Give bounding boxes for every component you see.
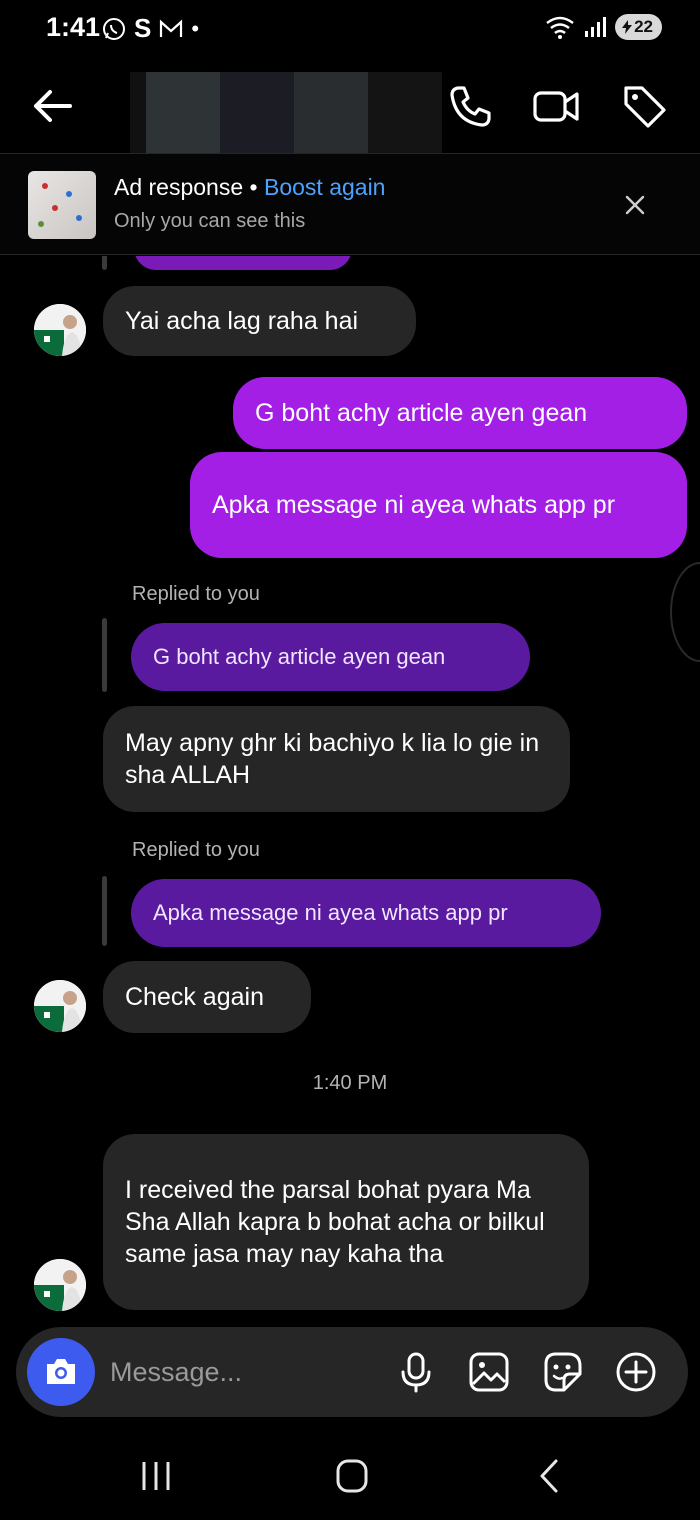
microphone-icon[interactable] [394, 1350, 438, 1394]
more-notifications-dot: • [191, 15, 200, 41]
message-text: Check again [125, 983, 264, 1011]
avatar[interactable] [34, 304, 86, 356]
incoming-message[interactable]: May apny ghr ki bachiyo k lia lo gie in … [103, 706, 570, 812]
partial-reply-bar [102, 256, 107, 270]
scroll-edge-indicator [670, 562, 700, 662]
quoted-message[interactable]: G boht achy article ayen gean [131, 623, 530, 691]
whatsapp-icon [103, 17, 125, 40]
avatar-image [34, 304, 86, 356]
replied-to-you-label: Replied to you [132, 839, 260, 861]
system-nav-bar [0, 1430, 700, 1520]
incoming-message[interactable]: Yai acha lag raha hai [103, 286, 416, 356]
incoming-message[interactable]: I received the parsal bohat pyara Ma Sha… [103, 1134, 589, 1310]
camera-button[interactable] [27, 1338, 95, 1406]
tag-icon[interactable] [618, 80, 670, 132]
charging-icon [622, 20, 633, 34]
avatar[interactable] [34, 980, 86, 1032]
message-text: G boht achy article ayen gean [255, 399, 588, 427]
message-input[interactable] [110, 1349, 380, 1395]
ad-thumbnail[interactable] [28, 171, 96, 239]
notification-icons: S • [102, 13, 199, 44]
sticker-icon[interactable] [540, 1350, 584, 1394]
video-call-icon[interactable] [530, 80, 582, 132]
separator-dot: • [249, 174, 258, 200]
back-arrow-icon[interactable] [28, 82, 76, 130]
wifi-icon [546, 16, 574, 39]
message-text: Apka message ni ayea whats app pr [212, 491, 616, 519]
incoming-message[interactable]: Check again [103, 961, 311, 1033]
avatar-image [34, 980, 86, 1032]
quoted-text: G boht achy article ayen gean [153, 644, 446, 669]
recent-apps-icon[interactable] [134, 1456, 178, 1496]
back-nav-icon[interactable] [528, 1456, 572, 1496]
system-icons: 22 [545, 14, 662, 40]
outgoing-message[interactable]: G boht achy article ayen gean [233, 377, 687, 449]
contact-name-redacted[interactable] [130, 72, 442, 156]
quoted-message[interactable]: Apka message ni ayea whats app pr [131, 879, 601, 947]
boost-again-link[interactable]: Boost again [264, 174, 385, 200]
plus-icon[interactable] [614, 1350, 658, 1394]
message-text: I received the parsal bohat pyara Ma Sha… [125, 1176, 545, 1268]
battery-indicator: 22 [615, 14, 662, 40]
battery-level: 22 [634, 17, 653, 36]
outgoing-message[interactable]: Apka message ni ayea whats app pr [190, 452, 687, 558]
ad-title-row: Ad response • Boost again [114, 174, 385, 201]
partial-outgoing-bubble [134, 256, 352, 270]
status-bar: 1:41 S • 22 [0, 0, 700, 56]
close-icon[interactable] [620, 190, 650, 220]
message-composer [16, 1327, 688, 1417]
message-text: May apny ghr ki bachiyo k lia lo gie in … [125, 729, 540, 789]
signal-icon [585, 17, 607, 37]
message-text: Yai acha lag raha hai [125, 307, 359, 335]
gallery-icon[interactable] [467, 1350, 511, 1394]
quoted-text: Apka message ni ayea whats app pr [153, 900, 508, 925]
replied-to-you-label: Replied to you [132, 583, 260, 605]
ad-response-banner[interactable]: Ad response • Boost again Only you can s… [0, 153, 700, 255]
chat-header [0, 60, 700, 156]
mail-icon [160, 19, 183, 37]
home-icon[interactable] [330, 1456, 374, 1496]
message-thread[interactable]: Yai acha lag raha hai G boht achy articl… [0, 256, 700, 1326]
s-app-icon: S [134, 13, 152, 43]
reply-indicator-bar [102, 618, 107, 692]
status-time: 1:41 [46, 12, 101, 42]
message-timestamp: 1:40 PM [312, 1072, 388, 1094]
phone-icon[interactable] [444, 80, 496, 132]
camera-icon [47, 1359, 75, 1384]
avatar[interactable] [34, 1259, 86, 1311]
ad-visibility-note: Only you can see this [114, 210, 306, 232]
reply-indicator-bar [102, 876, 107, 946]
avatar-image [34, 1259, 86, 1311]
ad-response-label: Ad response [114, 174, 244, 200]
